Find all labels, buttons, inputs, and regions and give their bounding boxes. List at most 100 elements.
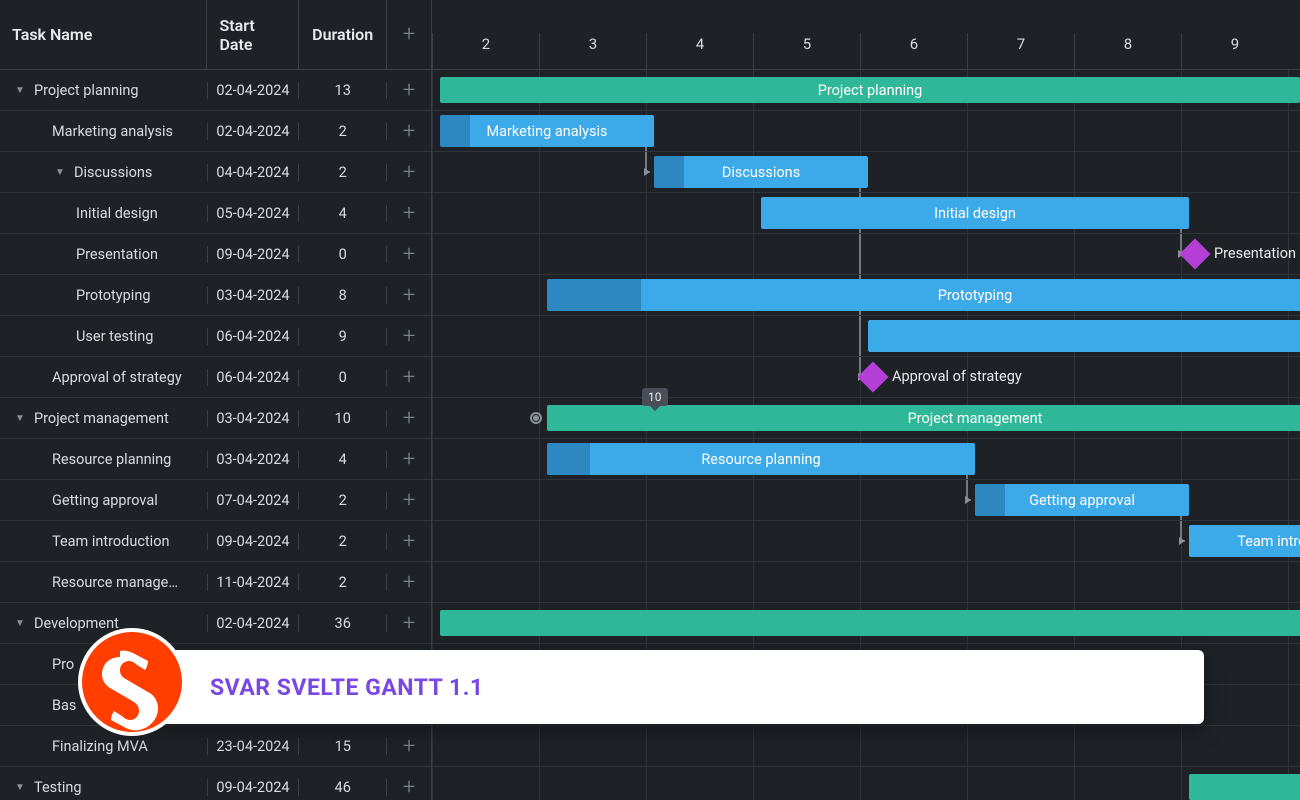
task-row[interactable]: User testing06-04-20249+ <box>0 316 431 357</box>
gantt-bar[interactable]: Project planning <box>440 77 1300 103</box>
timeline-row[interactable]: Project planning <box>432 70 1300 111</box>
task-duration: 13 <box>299 82 387 99</box>
task-row[interactable]: ▼Project planning02-04-202413+ <box>0 70 431 111</box>
gantt-bar[interactable]: Resource planning <box>547 443 975 475</box>
gantt-bar[interactable]: Project management <box>547 405 1300 431</box>
timeline-row[interactable]: Presentation <box>432 234 1300 275</box>
add-subtask-button[interactable]: + <box>387 324 431 349</box>
task-row[interactable]: Resource planning03-04-20244+ <box>0 439 431 480</box>
add-subtask-button[interactable]: + <box>387 488 431 513</box>
task-start: 03-04-2024 <box>208 410 300 427</box>
add-subtask-button[interactable]: + <box>387 242 431 267</box>
chevron-down-icon[interactable]: ▼ <box>12 413 28 424</box>
timeline-row[interactable] <box>432 316 1300 357</box>
bar-label: Initial design <box>934 205 1016 222</box>
chevron-down-icon[interactable]: ▼ <box>12 618 28 629</box>
timeline-row[interactable]: Team introduction <box>432 521 1300 562</box>
timeline-row[interactable]: Resource planning <box>432 439 1300 480</box>
task-start: 09-04-2024 <box>208 246 300 263</box>
column-header-name[interactable]: Task Name <box>0 0 207 69</box>
gantt-bar[interactable] <box>1189 774 1300 800</box>
link-handle[interactable] <box>530 412 542 424</box>
task-duration: 4 <box>299 205 387 222</box>
task-row[interactable]: ▼Development02-04-202436+ <box>0 603 431 644</box>
milestone[interactable] <box>857 361 888 392</box>
gantt-bar[interactable]: Getting approval <box>975 484 1189 516</box>
task-row[interactable]: Finalizing MVA23-04-202415+ <box>0 726 431 767</box>
milestone-label: Presentation <box>1214 245 1296 262</box>
task-start: 23-04-2024 <box>208 738 300 755</box>
bar-label: Project management <box>908 410 1043 427</box>
timeline-row[interactable]: Prototyping <box>432 275 1300 316</box>
gantt-bar[interactable]: Marketing analysis <box>440 115 654 147</box>
plus-icon: + <box>403 529 415 554</box>
task-duration: 2 <box>299 123 387 140</box>
milestone[interactable] <box>1179 238 1210 269</box>
gantt-bar[interactable] <box>868 320 1300 352</box>
day-header[interactable]: 3 <box>539 33 646 69</box>
task-duration: 10 <box>299 410 387 427</box>
add-subtask-button[interactable]: + <box>387 119 431 144</box>
plus-icon: + <box>403 78 415 103</box>
chevron-down-icon[interactable]: ▼ <box>52 167 68 178</box>
gantt-bar[interactable]: Discussions <box>654 156 868 188</box>
timeline-row[interactable]: Project management10 <box>432 398 1300 439</box>
day-header[interactable]: 7 <box>967 33 1074 69</box>
timeline-row[interactable]: Approval of strategy <box>432 357 1300 398</box>
day-header[interactable]: 8 <box>1074 33 1181 69</box>
task-row[interactable]: Getting approval07-04-20242+ <box>0 480 431 521</box>
timeline-row[interactable]: Initial design <box>432 193 1300 234</box>
timeline-row[interactable] <box>432 562 1300 603</box>
column-header-add[interactable]: + <box>387 0 431 69</box>
task-row[interactable]: Approval of strategy06-04-20240+ <box>0 357 431 398</box>
add-subtask-button[interactable]: + <box>387 283 431 308</box>
bar-label: Prototyping <box>938 287 1012 304</box>
timeline-row[interactable]: Discussions <box>432 152 1300 193</box>
add-subtask-button[interactable]: + <box>387 365 431 390</box>
add-subtask-button[interactable]: + <box>387 406 431 431</box>
timeline-row[interactable] <box>432 726 1300 767</box>
day-header[interactable]: 9 <box>1181 33 1288 69</box>
column-header-start[interactable]: Start Date <box>207 0 299 69</box>
task-row[interactable]: ▼Testing09-04-202446+ <box>0 767 431 800</box>
add-subtask-button[interactable]: + <box>387 201 431 226</box>
add-subtask-button[interactable]: + <box>387 529 431 554</box>
gantt-bar[interactable]: Team introduction <box>1189 525 1300 557</box>
task-row[interactable]: ▼Discussions04-04-20242+ <box>0 152 431 193</box>
task-row[interactable]: Team introduction09-04-20242+ <box>0 521 431 562</box>
add-subtask-button[interactable]: + <box>387 734 431 759</box>
timeline-row[interactable] <box>432 603 1300 644</box>
bar-label: Project planning <box>818 82 923 99</box>
column-header-duration[interactable]: Duration <box>299 0 387 69</box>
task-start: 02-04-2024 <box>208 615 300 632</box>
add-subtask-button[interactable]: + <box>387 775 431 800</box>
add-subtask-button[interactable]: + <box>387 611 431 636</box>
timeline-row[interactable]: Marketing analysis <box>432 111 1300 152</box>
add-subtask-button[interactable]: + <box>387 78 431 103</box>
timeline-row[interactable]: Getting approval <box>432 480 1300 521</box>
chevron-down-icon[interactable]: ▼ <box>12 85 28 96</box>
day-header[interactable]: 4 <box>646 33 753 69</box>
task-row[interactable]: Prototyping03-04-20248+ <box>0 275 431 316</box>
task-row[interactable]: ▼Project management03-04-202410+ <box>0 398 431 439</box>
day-header[interactable]: 6 <box>860 33 967 69</box>
gantt-bar[interactable]: Prototyping <box>547 279 1300 311</box>
add-subtask-button[interactable]: + <box>387 570 431 595</box>
day-header[interactable]: 2 <box>432 33 539 69</box>
plus-icon: + <box>403 283 415 308</box>
task-row[interactable]: Presentation09-04-20240+ <box>0 234 431 275</box>
task-row[interactable]: Initial design05-04-20244+ <box>0 193 431 234</box>
day-header[interactable]: 5 <box>753 33 860 69</box>
gantt-bar[interactable] <box>440 610 1300 636</box>
bar-label: Getting approval <box>1029 492 1135 509</box>
progress-badge: 10 <box>642 388 668 406</box>
timeline-row[interactable] <box>432 767 1300 800</box>
add-subtask-button[interactable]: + <box>387 447 431 472</box>
add-subtask-button[interactable]: + <box>387 160 431 185</box>
task-row[interactable]: Marketing analysis02-04-20242+ <box>0 111 431 152</box>
gantt-bar[interactable]: Initial design <box>761 197 1189 229</box>
task-row[interactable]: Resource manage…11-04-20242+ <box>0 562 431 603</box>
bar-label: Team introduction <box>1237 533 1300 550</box>
task-start: 06-04-2024 <box>208 328 300 345</box>
chevron-down-icon[interactable]: ▼ <box>12 782 28 793</box>
